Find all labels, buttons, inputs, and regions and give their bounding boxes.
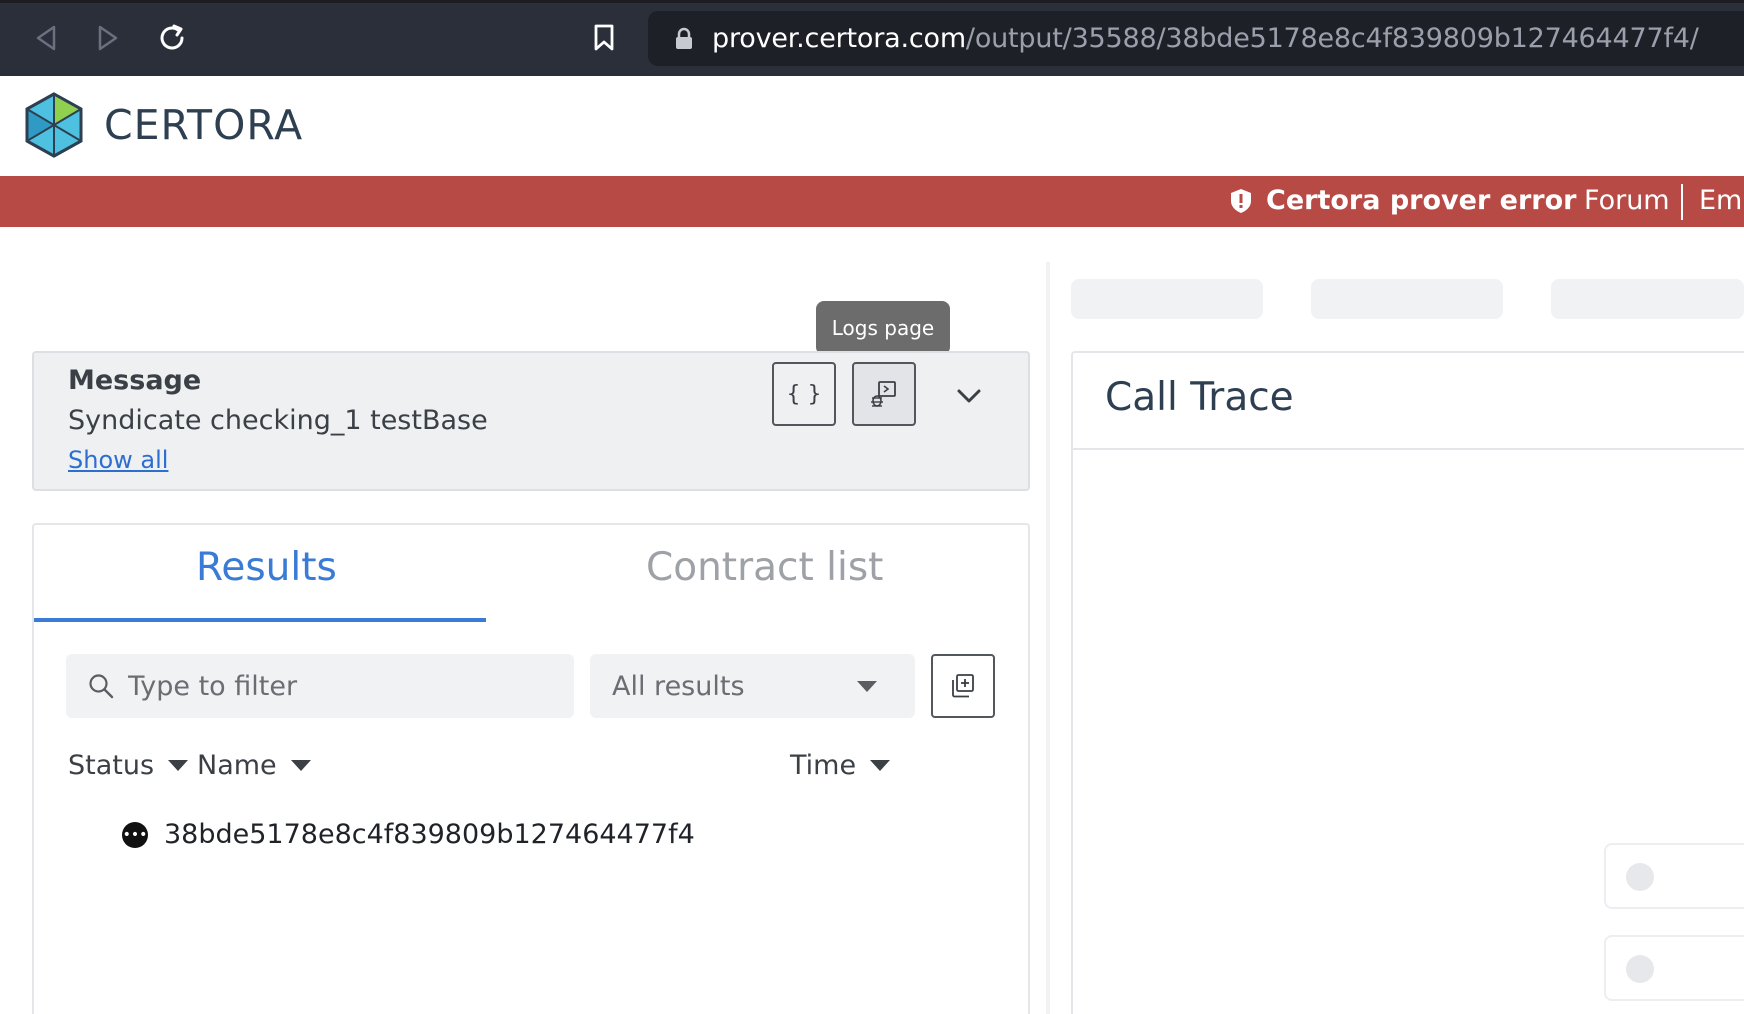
message-card: Message Syndicate checking_1 testBase Sh… (32, 351, 1030, 491)
ellipsis-circle-icon: ••• (122, 821, 148, 848)
url-path: /output/35588/38bde5178e8c4f839809b12746… (965, 23, 1699, 54)
json-view-button[interactable]: { } (772, 362, 836, 426)
tab-contract-list[interactable]: Contract list (646, 545, 883, 590)
back-icon (36, 25, 56, 51)
loading-placeholder (1551, 279, 1744, 319)
caret-down-icon (857, 681, 877, 692)
chevron-down-icon[interactable] (954, 381, 984, 411)
name-column-label: Name (197, 750, 277, 781)
call-trace-panel: Call Trace (1071, 351, 1744, 1014)
results-filter-value: All results (612, 670, 745, 702)
filter-field[interactable] (66, 654, 574, 718)
email-link[interactable]: Ema (1699, 185, 1744, 216)
error-message-text: Certora prover error (1266, 185, 1577, 216)
url-text: prover.certora.com/output/35588/38bde517… (712, 23, 1699, 54)
loading-dot (1626, 863, 1654, 891)
error-banner: Certora prover error Forum Ema (0, 176, 1744, 227)
browser-toolbar: prover.certora.com/output/35588/38bde517… (0, 0, 1744, 76)
loading-card (1604, 843, 1744, 909)
tab-strip (0, 0, 1744, 3)
shield-alert-icon (1231, 188, 1251, 213)
result-row[interactable]: ••• 38bde5178e8c4f839809b127464477f4 (122, 819, 695, 850)
logs-page-tooltip: Logs page (816, 301, 950, 355)
status-column-label: Status (68, 750, 155, 781)
bookmark-icon (594, 24, 614, 51)
show-all-link[interactable]: Show all (68, 446, 168, 474)
reload-button[interactable] (152, 18, 192, 58)
search-icon (89, 674, 114, 699)
tab-results[interactable]: Results (196, 545, 337, 590)
name-column-header[interactable]: Name (197, 750, 311, 781)
forum-link[interactable]: Forum (1584, 185, 1670, 216)
result-name: 38bde5178e8c4f839809b127464477f4 (164, 819, 695, 850)
results-panel: Results Contract list All results Status… (32, 523, 1030, 1014)
debug-logs-icon (871, 381, 896, 407)
sort-caret-icon (870, 760, 891, 771)
time-column-label: Time (790, 750, 857, 781)
certora-logo-icon (25, 92, 83, 158)
expand-all-button[interactable] (931, 654, 995, 718)
message-body: Syndicate checking_1 testBase (68, 405, 488, 436)
active-tab-indicator (34, 618, 486, 622)
error-message[interactable]: Certora prover error (1230, 185, 1576, 216)
back-button[interactable] (26, 18, 66, 58)
expand-all-icon (952, 674, 974, 698)
forward-button[interactable] (88, 18, 128, 58)
panel-divider (1046, 262, 1050, 1014)
sort-caret-icon (168, 760, 189, 771)
message-title: Message (68, 365, 202, 396)
loading-placeholder (1311, 279, 1503, 319)
call-trace-title: Call Trace (1105, 375, 1294, 420)
reload-icon (160, 24, 184, 50)
bookmark-button[interactable] (584, 18, 624, 58)
loading-placeholder (1071, 279, 1263, 319)
forward-icon (98, 25, 118, 51)
status-column-header[interactable]: Status (68, 750, 189, 781)
link-separator (1681, 184, 1683, 220)
filter-input[interactable] (128, 670, 548, 702)
results-filter-select[interactable]: All results (590, 654, 915, 718)
loading-card (1604, 935, 1744, 1001)
brand[interactable]: CERTORA (24, 92, 303, 158)
logs-page-button[interactable] (852, 362, 916, 426)
app-header: CERTORA (0, 76, 1744, 176)
sort-caret-icon (290, 760, 311, 771)
time-column-header[interactable]: Time (790, 750, 891, 781)
loading-dot (1626, 955, 1654, 983)
braces-icon: { } (786, 381, 822, 407)
brand-name: CERTORA (104, 101, 304, 149)
url-host: prover.certora.com (712, 23, 966, 54)
call-trace-divider (1073, 448, 1744, 450)
address-bar[interactable]: prover.certora.com/output/35588/38bde517… (648, 11, 1744, 66)
lock-icon (676, 27, 692, 49)
